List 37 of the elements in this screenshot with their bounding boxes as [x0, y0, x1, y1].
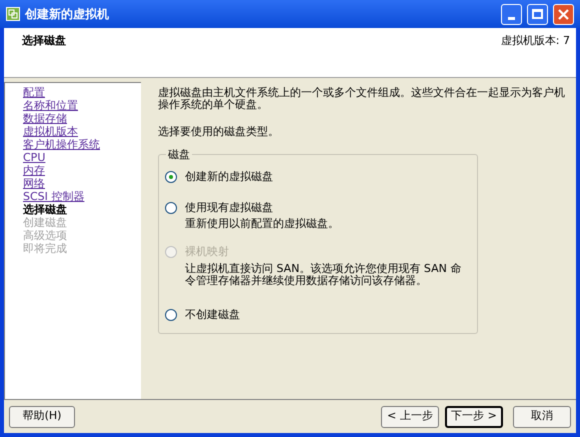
- radio-button[interactable]: [165, 308, 177, 321]
- step-item: 即将完成: [23, 242, 67, 255]
- step-item[interactable]: CPU: [23, 151, 46, 164]
- maximize-button[interactable]: [527, 4, 548, 24]
- step-item[interactable]: 数据存储: [23, 112, 67, 125]
- step-item: 高级选项: [23, 229, 67, 242]
- window-title: 创建新的虚拟机: [25, 6, 110, 23]
- option-label: 裸机映射: [185, 244, 229, 260]
- step-item[interactable]: SCSI 控制器: [23, 190, 84, 203]
- help-button[interactable]: 帮助(H): [9, 406, 75, 428]
- step-item: 选择磁盘: [23, 203, 67, 216]
- option-label: 使用现有虚拟磁盘: [185, 200, 273, 216]
- prompt-text: 选择要使用的磁盘类型。: [158, 124, 280, 140]
- intro-text: 虚拟磁盘由主机文件系统上的一个或多个文件组成。这些文件合在一起显示为客户机操作系统的单个硬盘。: [158, 87, 566, 111]
- step-item[interactable]: 内存: [23, 164, 45, 177]
- next-button[interactable]: 下一步 >: [445, 406, 503, 428]
- minimize-button[interactable]: [501, 4, 522, 24]
- close-button[interactable]: [553, 4, 574, 24]
- radio-button[interactable]: [165, 171, 177, 184]
- radio-button[interactable]: [165, 202, 177, 214]
- option-description: 让虚拟机直接访问 SAN。该选项允许您使用现有 SAN 命令管理存储器并继续使用数据存储访问该存储器。: [184, 262, 462, 286]
- version-label: 虚拟机版本: 7: [500, 33, 570, 49]
- option-label: 创建新的虚拟磁盘: [185, 169, 273, 185]
- app-icon: [6, 7, 20, 21]
- step-item[interactable]: 网络: [23, 177, 45, 190]
- back-button[interactable]: < 上一步: [381, 406, 439, 428]
- page-title: 选择磁盘: [22, 33, 66, 49]
- cancel-button[interactable]: 取消: [513, 406, 571, 428]
- option-label: 不创建磁盘: [185, 306, 240, 322]
- step-item[interactable]: 名称和位置: [23, 99, 78, 112]
- step-item[interactable]: 配置: [23, 86, 45, 99]
- step-item: 创建磁盘: [23, 216, 67, 229]
- step-item[interactable]: 客户机操作系统: [23, 138, 100, 151]
- close-icon: [558, 8, 569, 20]
- group-title: 磁盘: [167, 146, 191, 162]
- option-description: 重新使用以前配置的虚拟磁盘。: [184, 218, 340, 230]
- step-item[interactable]: 虚拟机版本: [23, 125, 78, 138]
